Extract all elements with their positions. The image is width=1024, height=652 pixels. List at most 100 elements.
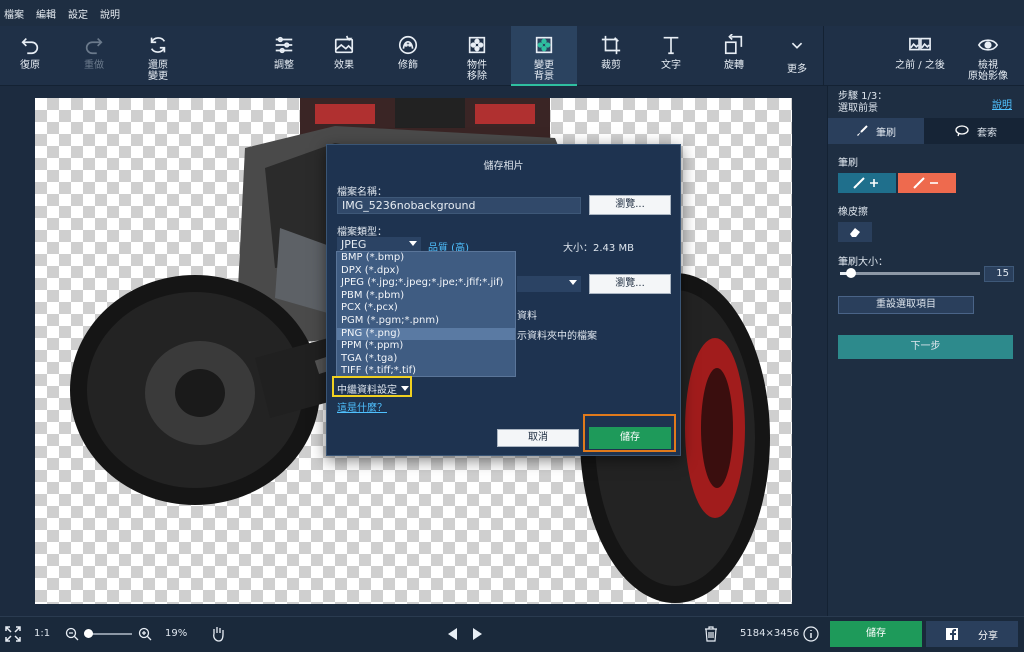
text-icon xyxy=(663,36,679,55)
undo-button[interactable]: 復原 xyxy=(8,26,52,86)
filename-label: 檔案名稱： xyxy=(337,187,387,198)
chevron-down-icon xyxy=(409,241,417,246)
redo-icon xyxy=(85,37,103,55)
retouch-button[interactable]: 修飾 xyxy=(386,26,430,86)
filetype-option[interactable]: BMP (*.bmp) xyxy=(337,252,515,265)
eraser-label: 橡皮擦 xyxy=(838,207,868,218)
filetype-option[interactable]: PPM (*.ppm) xyxy=(337,340,515,353)
brush-size-input[interactable]: 15 xyxy=(984,266,1014,282)
menu-edit[interactable]: 編輯 xyxy=(36,6,56,21)
brush-size-handle[interactable] xyxy=(846,268,856,278)
cancel-button[interactable]: 取消 xyxy=(497,429,579,447)
toolbar: 復原 重做 還原 變更 調整 效果 修飾 物件 移除 變更 背景 裁剪 文字 旋… xyxy=(0,26,1024,86)
object-removal-icon xyxy=(468,36,486,54)
brush-remove-icon xyxy=(913,177,938,189)
change-background-button[interactable]: 變更 背景 xyxy=(511,26,577,86)
filetype-label: 檔案類型： xyxy=(337,227,387,238)
save-highlight-box xyxy=(583,414,676,452)
help-link[interactable]: 說明 xyxy=(992,96,1012,111)
tab-brush[interactable]: 筆刷 xyxy=(828,118,924,144)
filetype-dropdown-list: BMP (*.bmp) DPX (*.dpx) JPEG (*.jpg;*.jp… xyxy=(336,251,516,377)
zoom-level: 19% xyxy=(165,628,188,639)
tab-lasso[interactable]: 套索 xyxy=(928,118,1024,144)
fullscreen-icon[interactable] xyxy=(5,626,21,642)
view-original-button[interactable]: 檢視 原始影像 xyxy=(962,26,1014,86)
folder-select[interactable] xyxy=(517,276,581,292)
brush-remove-button[interactable] xyxy=(898,173,956,193)
text-button[interactable]: 文字 xyxy=(649,26,693,86)
eraser-icon xyxy=(850,228,860,237)
actual-size-button[interactable]: 1:1 xyxy=(34,628,50,639)
object-removal-button[interactable]: 物件 移除 xyxy=(455,26,499,86)
more-button[interactable]: 更多 xyxy=(775,26,819,86)
footer-save-button[interactable]: 儲存 xyxy=(830,621,922,647)
filename-input[interactable]: IMG_5236nobackground xyxy=(337,197,581,214)
zoom-in-icon[interactable] xyxy=(138,627,152,641)
browse-filename-button[interactable]: 瀏覽... xyxy=(589,195,671,215)
eye-icon xyxy=(977,39,999,51)
filetype-option[interactable]: PBM (*.pbm) xyxy=(337,290,515,303)
lasso-icon xyxy=(955,125,969,137)
status-bar: 1:1 19% 5184×3456 儲存 分享 xyxy=(0,616,1024,652)
trash-icon[interactable] xyxy=(704,626,718,642)
file-size-text: 大小：2.43 MB xyxy=(563,243,634,254)
share-button[interactable]: 分享 xyxy=(926,621,1018,647)
face-icon xyxy=(398,35,418,55)
rotate-button[interactable]: 旋轉 xyxy=(712,26,756,86)
tool-tabs: 筆刷 套索 xyxy=(828,118,1024,144)
brush-size-slider[interactable] xyxy=(840,268,980,278)
filetype-option[interactable]: PCX (*.pcx) xyxy=(337,302,515,315)
next-step-button[interactable]: 下一步 xyxy=(838,335,1013,359)
browse-folder-button[interactable]: 瀏覽... xyxy=(589,274,671,294)
menu-bar: 檔案 編輯 設定 說明 xyxy=(0,0,1024,26)
crop-icon xyxy=(601,35,621,55)
filetype-option[interactable]: JPEG (*.jpg;*.jpeg;*.jpe;*.jfif;*.jif) xyxy=(337,277,515,290)
revert-button[interactable]: 還原 變更 xyxy=(136,26,180,86)
what-is-this-link[interactable]: 這是什麼？ xyxy=(337,399,387,414)
background-icon xyxy=(535,36,553,54)
redo-button[interactable]: 重做 xyxy=(72,26,116,86)
eraser-button[interactable] xyxy=(838,222,872,242)
facebook-icon xyxy=(946,628,958,640)
zoom-slider[interactable] xyxy=(84,629,132,638)
info-icon[interactable] xyxy=(803,626,819,642)
revert-icon xyxy=(150,37,166,53)
right-panel: 步驟 1/3： 選取前景 說明 筆刷 套索 筆刷 橡皮擦 筆刷大小： 15 重設… xyxy=(827,86,1024,616)
metadata-highlight-box xyxy=(332,376,412,397)
next-image-icon[interactable] xyxy=(472,628,482,640)
hand-icon[interactable] xyxy=(210,625,226,643)
brush-add-button[interactable] xyxy=(838,173,896,193)
zoom-out-icon[interactable] xyxy=(65,627,79,641)
effects-icon xyxy=(334,35,354,54)
rotate-icon xyxy=(724,34,743,55)
filetype-option-selected[interactable]: PNG (*.png) xyxy=(337,327,515,341)
metadata-option-text: 資料 xyxy=(517,311,537,322)
chevron-down-icon xyxy=(791,42,803,49)
chevron-down-icon xyxy=(569,280,577,285)
toolbar-divider xyxy=(823,26,824,86)
brush-label: 筆刷 xyxy=(838,158,858,169)
menu-help[interactable]: 說明 xyxy=(100,6,120,21)
filetype-option[interactable]: TGA (*.tga) xyxy=(337,353,515,366)
sliders-icon xyxy=(275,36,293,54)
reset-selection-button[interactable]: 重設選取項目 xyxy=(838,296,974,314)
zoom-slider-handle[interactable] xyxy=(84,629,93,638)
filetype-option[interactable]: DPX (*.dpx) xyxy=(337,265,515,278)
brush-add-icon xyxy=(853,177,878,189)
adjust-button[interactable]: 調整 xyxy=(262,26,306,86)
before-after-button[interactable]: 之前 / 之後 xyxy=(890,26,950,86)
undo-icon xyxy=(21,37,39,55)
effects-button[interactable]: 效果 xyxy=(322,26,366,86)
before-after-icon xyxy=(909,37,931,51)
image-dimensions: 5184×3456 xyxy=(740,628,800,639)
step-indicator: 步驟 1/3： 選取前景 xyxy=(838,91,888,114)
menu-settings[interactable]: 設定 xyxy=(68,6,88,21)
open-folder-option-text: 示資料夾中的檔案 xyxy=(517,331,597,342)
filetype-option[interactable]: PGM (*.pgm;*.pnm) xyxy=(337,315,515,328)
brush-icon xyxy=(857,125,868,136)
menu-file[interactable]: 檔案 xyxy=(4,6,24,21)
brush-size-label: 筆刷大小： xyxy=(838,257,888,268)
dialog-title: 儲存相片 xyxy=(483,161,524,172)
previous-image-icon[interactable] xyxy=(448,628,458,640)
crop-button[interactable]: 裁剪 xyxy=(589,26,633,86)
